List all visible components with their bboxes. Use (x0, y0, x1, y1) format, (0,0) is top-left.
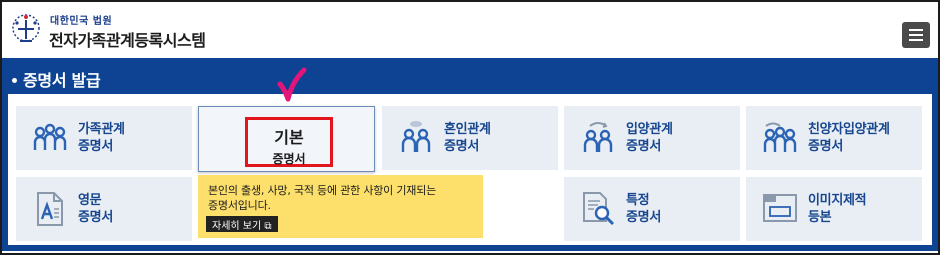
adoption-icon (583, 122, 613, 152)
site-title[interactable]: 전자가족관계등록시스템 (49, 27, 206, 51)
tile-label: 특정 (626, 193, 650, 208)
basic-certificate-tooltip: 본인의 출생, 사망, 국적 등에 관한 사항이 기재되는 증명서입니다. 자세… (198, 175, 483, 238)
tile-label: 증명서 (272, 152, 306, 166)
external-link-icon: ⧉ (264, 221, 272, 232)
tile-label: 등본 (808, 210, 832, 225)
bullet-icon (12, 77, 17, 83)
tile-label: 기본 (274, 128, 304, 147)
tile-basic-certificate[interactable]: 기본 증명서 (198, 106, 375, 172)
site-header: 대한민국 법원 전자가족관계등록시스템 (2, 2, 938, 58)
tile-label: 가족관계 (78, 122, 125, 137)
tooltip-text: 증명서입니다. (208, 199, 271, 212)
tile-specific-certificate[interactable]: 특정증명서 (564, 177, 740, 241)
tile-label: 증명서 (626, 139, 661, 154)
tile-image-register[interactable]: 이미지제적등본 (746, 177, 922, 241)
image-register-icon (763, 194, 797, 222)
tile-label: 증명서 (626, 210, 661, 225)
tile-label: 영문 (78, 193, 102, 208)
tile-family-relation[interactable]: 가족관계증명서 (16, 106, 192, 170)
tile-label: 증명서 (808, 139, 843, 154)
org-subtitle: 대한민국 법원 (50, 16, 113, 27)
tile-label: 증명서 (78, 139, 113, 154)
tile-english-certificate[interactable]: 영문증명서 (16, 177, 192, 241)
checkmark-icon (277, 67, 307, 102)
hamburger-icon (909, 29, 923, 31)
more-details-button[interactable]: 자세히 보기 ⧉ (206, 216, 278, 232)
section-title: 증명서 발급 (12, 67, 101, 91)
family-people-icon (33, 123, 67, 150)
highlight-box: 기본 증명서 (245, 117, 333, 167)
menu-button[interactable] (902, 22, 930, 48)
tooltip-text: 본인의 출생, 사망, 국적 등에 관한 사항이 기재되는 (208, 184, 437, 197)
tile-adoption-relation[interactable]: 입양관계증명서 (564, 106, 740, 170)
search-document-icon (583, 192, 615, 226)
adoption-family-icon (763, 122, 797, 152)
tile-marriage-relation[interactable]: 혼인관계증명서 (382, 106, 558, 170)
english-document-icon (37, 192, 63, 226)
tile-label: 입양관계 (626, 122, 673, 137)
court-emblem-icon (12, 14, 40, 42)
tile-label: 혼인관계 (444, 122, 491, 137)
tile-label: 증명서 (444, 139, 479, 154)
tile-label: 증명서 (78, 210, 113, 225)
tile-label: 친양자입양관계 (808, 122, 890, 137)
couple-icon (401, 121, 431, 152)
tile-full-adoption-relation[interactable]: 친양자입양관계증명서 (746, 106, 922, 170)
tile-label: 이미지제적 (808, 193, 867, 208)
